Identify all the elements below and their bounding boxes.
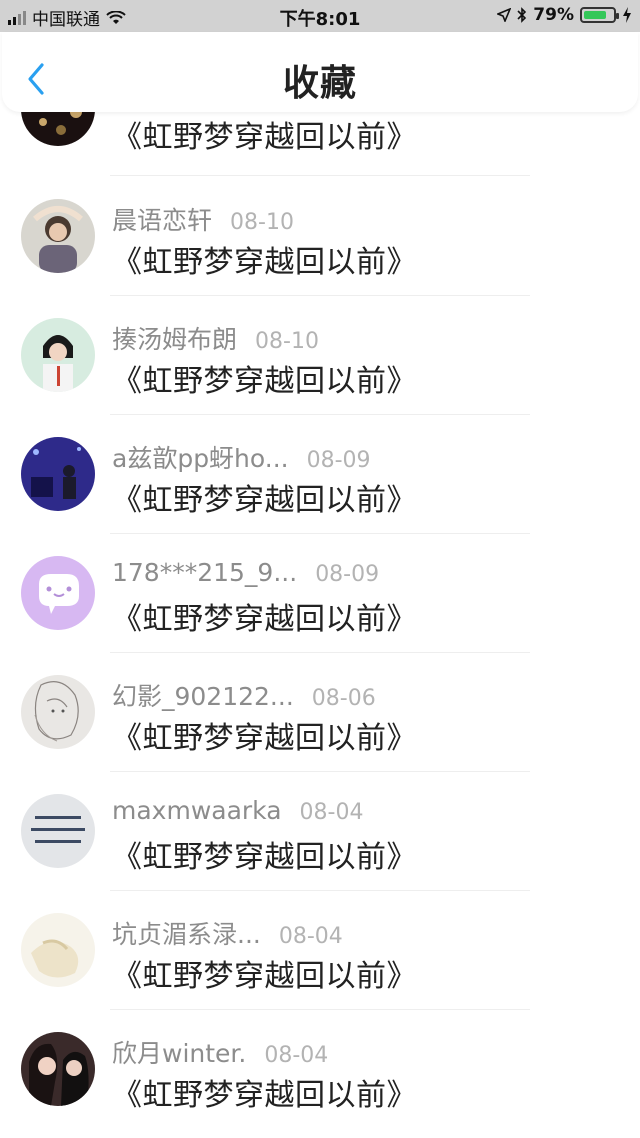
date: 08-10 <box>230 210 294 235</box>
avatar[interactable] <box>21 112 95 146</box>
divider <box>110 414 530 415</box>
avatar[interactable] <box>21 794 95 868</box>
avatar[interactable] <box>21 199 95 273</box>
charging-icon <box>623 7 631 23</box>
date: 08-04 <box>264 1043 329 1068</box>
divider <box>110 652 530 653</box>
username: 幻影_902122... <box>112 682 294 711</box>
username: maxmwaarka <box>112 796 282 825</box>
divider <box>110 175 530 176</box>
date: 08-09 <box>306 448 371 473</box>
avatar[interactable] <box>21 675 95 749</box>
username: 178***215_9... <box>112 558 298 587</box>
item-title: 《虹野梦穿越回以前》 <box>112 840 417 875</box>
list-item[interactable]: 欣月winter. 08-04 《虹野梦穿越回以前》 <box>0 1030 640 1138</box>
list-item[interactable]: maxmwaarka 08-04 《虹野梦穿越回以前》 <box>0 792 640 911</box>
list-item[interactable]: 幻影_902122... 08-06 《虹野梦穿越回以前》 <box>0 673 640 792</box>
nav-header: 收藏 <box>2 32 638 112</box>
list-item[interactable]: a兹歆pp蚜ho... 08-09 《虹野梦穿越回以前》 <box>0 435 640 554</box>
list-item[interactable]: 揍汤姆布朗 08-10 《虹野梦穿越回以前》 <box>0 316 640 435</box>
avatar[interactable] <box>21 913 95 987</box>
list-item[interactable]: 178***215_9... 08-09 《虹野梦穿越回以前》 <box>0 554 640 673</box>
list-item[interactable]: 坑贞湄系渌... 08-04 《虹野梦穿越回以前》 <box>0 911 640 1030</box>
username: 坑贞湄系渌... <box>112 920 261 949</box>
location-icon <box>497 8 512 22</box>
avatar[interactable] <box>21 318 95 392</box>
item-title: 《虹野梦穿越回以前》 <box>112 483 417 518</box>
bluetooth-icon <box>517 7 527 23</box>
divider <box>110 771 530 772</box>
item-title: 《虹野梦穿越回以前》 <box>112 245 417 280</box>
date: 08-04 <box>278 924 343 949</box>
item-title: 《虹野梦穿越回以前》 <box>112 721 417 756</box>
date: 08-04 <box>299 800 364 825</box>
item-title: 《虹野梦穿越回以前》 <box>112 1078 417 1113</box>
username: 欣月winter. <box>112 1039 247 1068</box>
avatar[interactable] <box>21 556 95 630</box>
date: 08-09 <box>315 562 380 587</box>
date: 08-06 <box>311 686 376 711</box>
date: 08-10 <box>255 329 319 354</box>
avatar[interactable] <box>21 437 95 511</box>
battery-fill <box>584 11 606 19</box>
username: 揍汤姆布朗 <box>112 325 238 354</box>
battery-percent: 79% <box>533 5 574 25</box>
divider <box>110 1009 530 1010</box>
list-item[interactable]: 晨语恋轩 08-10 《虹野梦穿越回以前》 <box>0 197 640 316</box>
list-item[interactable]: 《虹野梦穿越回以前》 <box>0 112 640 191</box>
divider <box>110 295 530 296</box>
item-title: 《虹野梦穿越回以前》 <box>112 959 417 994</box>
battery-icon <box>580 7 619 23</box>
username: a兹歆pp蚜ho... <box>112 444 289 473</box>
avatar[interactable] <box>21 1032 95 1106</box>
status-bar: 中国联通 下午8:01 79% <box>0 0 640 32</box>
divider <box>110 533 530 534</box>
favorites-list: 《虹野梦穿越回以前》 晨语恋轩 08-10 《虹野梦穿越回以前》 揍汤姆布朗 08-… <box>0 112 640 1138</box>
username: 晨语恋轩 <box>112 206 213 235</box>
page-title: 收藏 <box>282 63 357 104</box>
item-title: 《虹野梦穿越回以前》 <box>112 602 417 637</box>
divider <box>110 890 530 891</box>
item-title: 《虹野梦穿越回以前》 <box>112 120 417 155</box>
item-title: 《虹野梦穿越回以前》 <box>112 364 417 399</box>
